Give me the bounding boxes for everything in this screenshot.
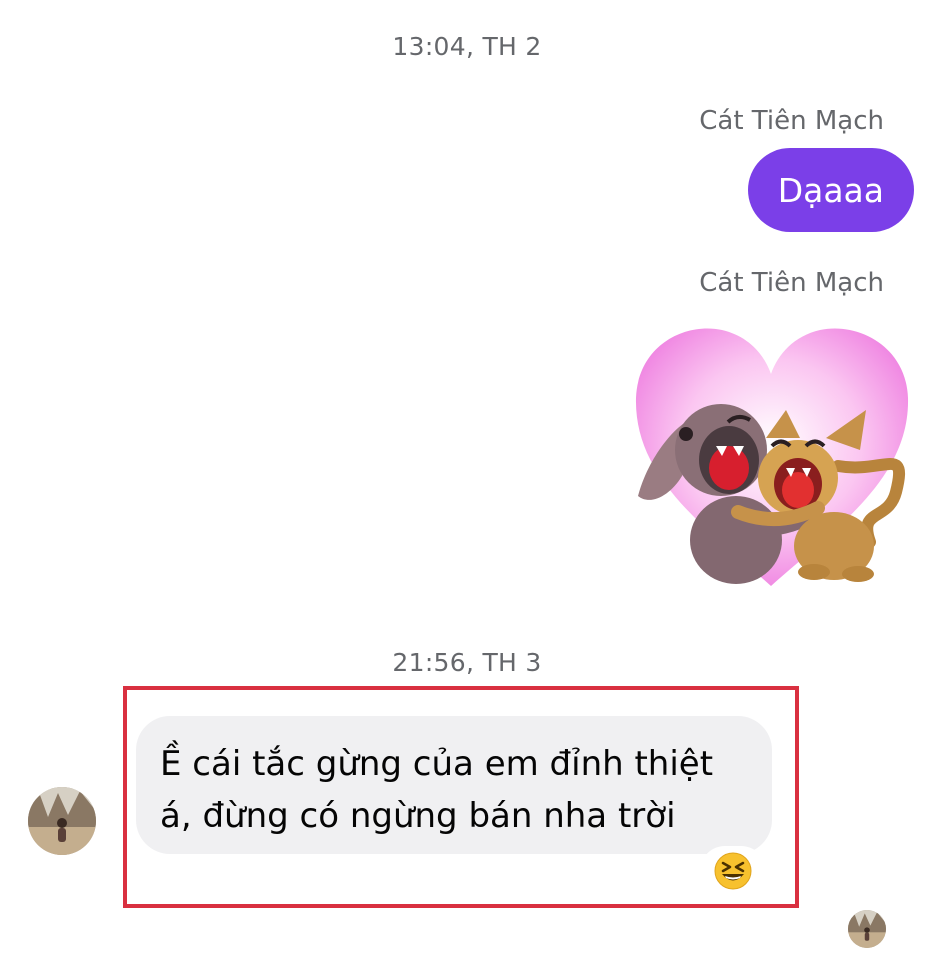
sender-name: Cát Tiên Mạch [699,106,884,136]
laughing-emoji-icon [714,852,752,890]
incoming-message-line: Ề cái tắc gừng của em đỉnh thiệt [160,744,714,784]
sticker-sender-name: Cát Tiên Mạch [699,268,884,298]
avatar[interactable] [28,787,96,855]
incoming-message-line: á, đừng có ngừng bán nha trời [160,796,676,836]
dog-cat-hug-sticker[interactable] [626,318,916,598]
outgoing-message-text: Dạaaa [777,170,884,210]
seen-avatar [848,910,886,948]
user-avatar-icon [848,910,886,948]
incoming-message-bubble[interactable]: Ề cái tắc gừng của em đỉnh thiệt á, đừng… [136,716,772,854]
reaction-badge[interactable] [700,846,766,896]
user-avatar-icon [28,787,96,855]
outgoing-message-bubble[interactable]: Dạaaa [747,148,914,232]
timestamp: 13:04, TH 2 [392,32,542,61]
timestamp: 21:56, TH 3 [392,648,542,677]
heart-sticker-icon [635,328,909,586]
